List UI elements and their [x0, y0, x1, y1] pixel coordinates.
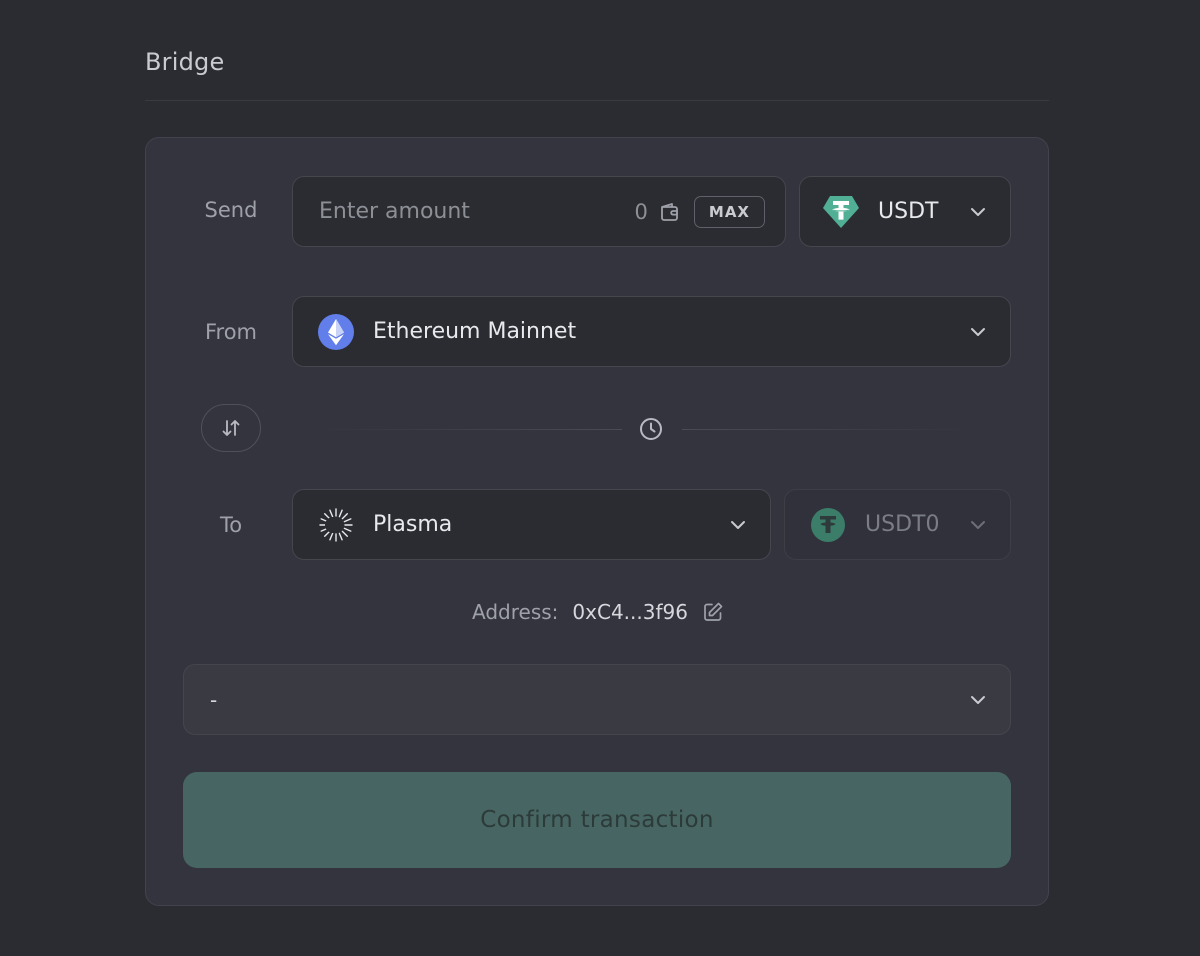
- amount-field[interactable]: 0 MAX: [292, 176, 786, 247]
- send-token-label: USDT: [878, 199, 939, 224]
- address-label: Address:: [472, 600, 559, 624]
- swap-arrows-icon: [220, 417, 242, 439]
- page-title: Bridge: [145, 48, 225, 76]
- usdt0-logo-icon: [809, 506, 847, 544]
- to-chain-label: Plasma: [373, 512, 453, 537]
- clock-icon: [638, 416, 664, 442]
- chevron-down-icon: [728, 515, 748, 535]
- route-line: [682, 429, 978, 430]
- swap-direction-button[interactable]: [201, 404, 261, 452]
- plasma-logo-icon: [317, 506, 355, 544]
- to-chain-select[interactable]: Plasma: [292, 489, 771, 560]
- confirm-transaction-button[interactable]: Confirm transaction: [183, 772, 1011, 868]
- chevron-down-icon: [968, 515, 988, 535]
- chevron-down-icon: [968, 322, 988, 342]
- balance-value: 0: [634, 199, 648, 224]
- route-details-value: -: [210, 687, 218, 712]
- amount-input[interactable]: [319, 199, 635, 224]
- edit-icon[interactable]: [702, 601, 724, 623]
- to-label: To: [219, 513, 243, 537]
- from-chain-select[interactable]: Ethereum Mainnet: [292, 296, 1011, 367]
- send-label: Send: [204, 198, 258, 222]
- usdt-logo-icon: [822, 193, 860, 231]
- route-details-dropdown[interactable]: -: [183, 664, 1011, 735]
- max-button[interactable]: MAX: [693, 195, 765, 228]
- from-chain-label: Ethereum Mainnet: [373, 319, 577, 344]
- from-label: From: [204, 320, 258, 344]
- bridge-card: Send 0 MAX USDT From: [145, 137, 1049, 906]
- ethereum-logo-icon: [317, 313, 355, 351]
- address-value: 0xC4...3f96: [572, 600, 688, 624]
- to-token-label: USDT0: [865, 512, 940, 537]
- chevron-down-icon: [968, 690, 988, 710]
- to-token-select: USDT0: [784, 489, 1011, 560]
- address-row: Address: 0xC4...3f96: [146, 600, 1050, 624]
- chevron-down-icon: [968, 202, 988, 222]
- wallet-icon: [658, 200, 682, 224]
- send-token-select[interactable]: USDT: [799, 176, 1011, 247]
- route-line: [310, 429, 622, 430]
- title-divider: [145, 100, 1049, 101]
